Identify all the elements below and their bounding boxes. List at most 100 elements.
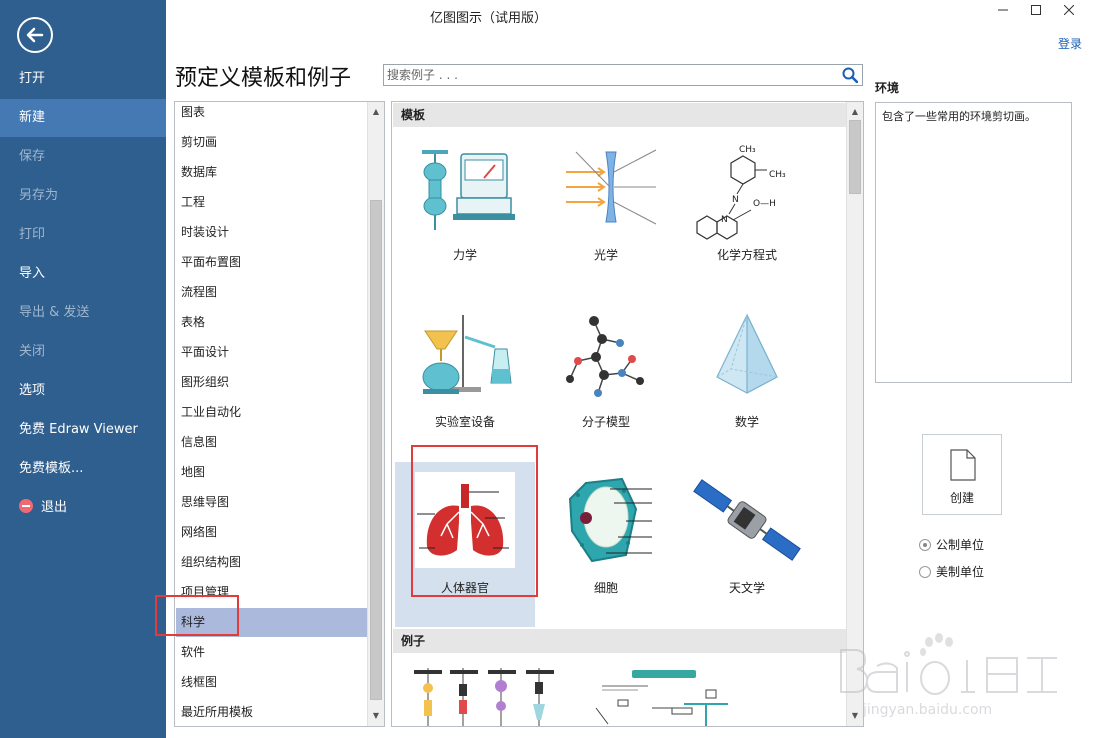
menu-free-viewer[interactable]: 免费 Edraw Viewer	[0, 411, 166, 449]
minimize-button[interactable]	[993, 3, 1013, 19]
template-label: 天文学	[728, 581, 765, 595]
template-gallery: 模板 力学 光学 CH₃ CH₃ N N O—H 化学方程式 实验室设备 分子模…	[391, 101, 864, 727]
category-item[interactable]: 图形组织	[176, 368, 367, 397]
ch3-label: CH₃	[769, 170, 786, 180]
menu-label: 保存	[19, 149, 46, 164]
category-item[interactable]: 平面设计	[176, 338, 367, 367]
menu-exit[interactable]: 退出	[0, 489, 166, 527]
category-item[interactable]: 工程	[176, 188, 367, 217]
optics-icon	[566, 149, 657, 225]
svg-text:jingyan.baidu.com: jingyan.baidu.com	[862, 702, 992, 718]
menu-label: 关闭	[19, 344, 46, 359]
category-item[interactable]: 信息图	[176, 428, 367, 457]
category-item[interactable]: 最近所用模板	[176, 698, 367, 726]
category-item[interactable]: 地图	[176, 458, 367, 487]
scroll-thumb[interactable]	[849, 120, 861, 194]
maximize-button[interactable]	[1026, 3, 1046, 19]
menu-label: 免费模板...	[19, 461, 84, 476]
template-molecule-model[interactable]: 分子模型	[536, 299, 676, 464]
category-item[interactable]: 软件	[176, 638, 367, 667]
menu-label: 导入	[19, 266, 46, 281]
oh-label: O—H	[753, 199, 776, 209]
highlight-box	[411, 445, 538, 597]
example-measurement-thumbnail[interactable]	[588, 664, 738, 726]
category-item[interactable]: 时装设计	[176, 218, 367, 247]
template-math[interactable]: 数学	[677, 299, 817, 464]
template-cell[interactable]: 细胞	[536, 465, 676, 630]
create-label: 创建	[949, 491, 974, 505]
menu-import[interactable]: 导入	[0, 255, 166, 293]
category-item[interactable]: 表格	[176, 308, 367, 337]
app-window: 打开 新建 保存 另存为 打印 导入 导出 & 发送 关闭 选项 免费 Edra…	[0, 0, 1093, 738]
radio-unchecked-icon[interactable]	[919, 566, 931, 578]
window-title: 亿图图示（试用版）	[430, 11, 548, 26]
category-item[interactable]: 平面布置图	[176, 248, 367, 277]
login-link[interactable]: 登录	[1058, 35, 1082, 52]
close-icon	[1063, 4, 1075, 16]
section-header-templates: 模板	[393, 103, 847, 127]
menu-free-templates[interactable]: 免费模板...	[0, 450, 166, 488]
menu-save[interactable]: 保存	[0, 138, 166, 176]
category-item[interactable]: 组织结构图	[176, 548, 367, 577]
baidu-watermark-logo: jingyan.baidu.com	[840, 633, 1057, 718]
menu-label: 选项	[19, 383, 46, 398]
menu-new[interactable]: 新建	[0, 99, 166, 137]
category-item[interactable]: 网络图	[176, 518, 367, 547]
scroll-down-icon[interactable]: ▼	[368, 708, 384, 724]
category-item[interactable]: 工业自动化	[176, 398, 367, 427]
category-item[interactable]: 数据库	[176, 158, 367, 187]
template-label: 力学	[452, 248, 477, 262]
ch3-label: CH₃	[739, 145, 756, 155]
category-item[interactable]: 图表	[176, 102, 367, 127]
category-scrollbar[interactable]: ▲ ▼	[367, 102, 384, 726]
preview-title: 环境	[875, 81, 900, 95]
lab-equipment-icon	[422, 315, 512, 394]
close-button[interactable]	[1059, 3, 1079, 19]
radio-label: 公制单位	[936, 538, 985, 552]
menu-label: 另存为	[19, 188, 59, 203]
menu-label: 退出	[41, 500, 68, 515]
template-lab-equipment[interactable]: 实验室设备	[395, 299, 535, 464]
template-label: 细胞	[593, 581, 618, 595]
category-item[interactable]: 思维导图	[176, 488, 367, 517]
template-astronomy[interactable]: 天文学	[677, 465, 817, 630]
scroll-up-icon[interactable]: ▲	[368, 104, 384, 120]
template-optics[interactable]: 光学	[536, 132, 676, 297]
scroll-thumb[interactable]	[370, 200, 382, 700]
radio-checked-icon[interactable]	[919, 539, 931, 551]
example-mechanics-thumbnail[interactable]	[406, 664, 556, 726]
chemical-formula-icon: CH₃ CH₃ N N O—H	[696, 145, 786, 240]
section-header-examples: 例子	[393, 629, 847, 653]
cell-icon	[568, 477, 652, 563]
menu-save-as[interactable]: 另存为	[0, 177, 166, 215]
radio-label: 美制单位	[936, 565, 985, 579]
menu-label: 免费 Edraw Viewer	[19, 422, 138, 437]
scroll-up-icon[interactable]: ▲	[847, 104, 863, 120]
back-button[interactable]	[17, 17, 53, 53]
menu-export-send[interactable]: 导出 & 发送	[0, 294, 166, 332]
category-item[interactable]: 剪切画	[176, 128, 367, 157]
search-input[interactable]	[384, 65, 824, 85]
exit-icon	[19, 499, 33, 513]
n-label: N	[732, 195, 739, 205]
category-item[interactable]: 线框图	[176, 668, 367, 697]
create-button[interactable]: 创建	[922, 434, 1002, 515]
menu-open[interactable]: 打开	[0, 60, 166, 98]
search-icon[interactable]	[842, 67, 858, 83]
menu-options[interactable]: 选项	[0, 372, 166, 410]
preview-description: 包含了一些常用的环境剪切画。	[875, 102, 1072, 383]
menu-label: 打开	[19, 71, 46, 86]
us-units-option[interactable]: 美制单位	[919, 563, 984, 580]
molecule-icon	[566, 316, 644, 397]
menu-close[interactable]: 关闭	[0, 333, 166, 371]
page-title: 预定义模板和例子	[175, 66, 352, 91]
new-document-icon	[950, 449, 976, 481]
template-label: 分子模型	[581, 415, 630, 429]
menu-print[interactable]: 打印	[0, 216, 166, 254]
menu-label: 新建	[19, 110, 46, 125]
category-item[interactable]: 流程图	[176, 278, 367, 307]
metric-units-option[interactable]: 公制单位	[919, 536, 984, 553]
template-chemical-formula[interactable]: CH₃ CH₃ N N O—H 化学方程式	[677, 132, 817, 297]
menu-label: 导出 & 发送	[19, 305, 90, 320]
template-mechanics[interactable]: 力学	[395, 132, 535, 297]
